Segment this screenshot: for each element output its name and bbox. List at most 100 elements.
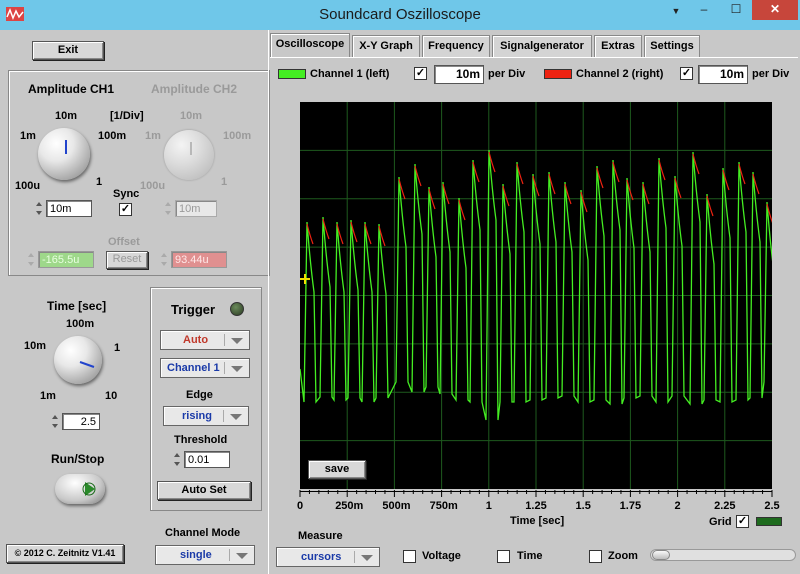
trigger-channel-select[interactable]: Channel 1 bbox=[160, 358, 250, 378]
ch2-label: Channel 2 (right) bbox=[576, 68, 664, 80]
zoom-label: Zoom bbox=[608, 550, 638, 562]
ch2-enable-checkbox[interactable]: ✓ bbox=[680, 67, 693, 80]
time-checkbox[interactable] bbox=[497, 550, 510, 563]
time-spin-icon[interactable] bbox=[51, 413, 60, 430]
offset-ch1-input: -165.5u bbox=[38, 251, 94, 268]
threshold-label: Threshold bbox=[174, 434, 228, 446]
time-knob[interactable] bbox=[54, 336, 102, 384]
trigger-marker-icon bbox=[300, 274, 310, 284]
trigger-mode-select[interactable]: Auto bbox=[160, 330, 250, 350]
trigger-edge-value: rising bbox=[182, 410, 212, 422]
chevron-down-icon bbox=[236, 553, 248, 559]
panel-divider bbox=[268, 30, 269, 574]
channel-mode-label: Channel Mode bbox=[165, 527, 241, 539]
amplitude-unit: [1/Div] bbox=[110, 110, 144, 122]
x-axis-tick-label: 1.5 bbox=[575, 500, 591, 512]
ch1-spin-icon[interactable] bbox=[35, 200, 44, 217]
channel-mode-select[interactable]: single bbox=[155, 545, 255, 565]
x-axis-tick-label: 1 bbox=[485, 500, 492, 512]
x-axis-tick-label: 2.25 bbox=[714, 500, 736, 512]
x-axis-ticks bbox=[299, 490, 773, 497]
close-button[interactable]: ✕ bbox=[752, 0, 798, 20]
channel-mode-value: single bbox=[180, 549, 212, 561]
voltage-checkbox[interactable] bbox=[403, 550, 416, 563]
ch1-div-input[interactable]: 10m bbox=[434, 65, 484, 84]
chevron-down-icon bbox=[231, 338, 243, 344]
grid-checkbox[interactable]: ✓ bbox=[736, 515, 749, 528]
offset-ch1-spin-icon bbox=[27, 251, 36, 268]
ch1-tick-10m: 10m bbox=[55, 110, 78, 122]
ch1-tick-100u: 100u bbox=[15, 180, 41, 192]
ch2-tick-1m: 1m bbox=[145, 130, 161, 142]
copyright-label: © 2012 C. Zeitnitz V1.41 bbox=[6, 544, 124, 563]
ch1-tick-1m: 1m bbox=[20, 130, 36, 142]
tab-frequency[interactable]: Frequency bbox=[422, 35, 490, 57]
maximize-button[interactable]: ☐ bbox=[722, 0, 750, 20]
time-tick-1m: 1m bbox=[40, 390, 56, 402]
x-axis-tick-label: 500m bbox=[382, 500, 411, 512]
trigger-mode-value: Auto bbox=[183, 334, 209, 346]
time-tick-1: 1 bbox=[114, 342, 121, 354]
x-axis-tick-label: 2 bbox=[674, 500, 681, 512]
time-knob-pointer bbox=[79, 361, 95, 368]
tab-extras[interactable]: Extras bbox=[594, 35, 642, 57]
sync-checkbox[interactable]: ✓ bbox=[119, 203, 132, 216]
x-axis-tick-label: 1.75 bbox=[619, 500, 642, 512]
ch2-tick-100m: 100m bbox=[223, 130, 252, 142]
zoom-checkbox[interactable] bbox=[589, 550, 602, 563]
x-axis-tick-label: 2.5 bbox=[764, 500, 780, 512]
tab-xy-graph[interactable]: X-Y Graph bbox=[352, 35, 420, 57]
ch2-tick-1: 1 bbox=[221, 176, 228, 188]
tab-content-border bbox=[270, 57, 798, 58]
ch2-per-div-label: per Div bbox=[752, 68, 790, 80]
grid-label: Grid bbox=[709, 516, 732, 528]
chevron-down-icon bbox=[231, 366, 243, 372]
offset-ch2-input: 93.44u bbox=[171, 251, 227, 268]
play-icon bbox=[82, 482, 96, 496]
ch1-tick-1: 1 bbox=[96, 176, 103, 188]
run-stop-button[interactable] bbox=[55, 474, 105, 504]
chevron-down-icon bbox=[361, 555, 373, 561]
ch2-spin-icon bbox=[164, 200, 173, 217]
scope-display[interactable] bbox=[299, 102, 777, 489]
trigger-edge-select[interactable]: rising bbox=[163, 406, 249, 426]
time-tick-10m: 10m bbox=[24, 340, 47, 352]
ch1-per-div-label: per Div bbox=[488, 68, 526, 80]
trigger-channel-value: Channel 1 bbox=[167, 362, 220, 374]
tab-oscilloscope[interactable]: Oscilloscope bbox=[270, 33, 350, 57]
minimize-button[interactable]: – bbox=[690, 0, 718, 20]
measure-label: Measure bbox=[298, 530, 343, 542]
tab-settings[interactable]: Settings bbox=[644, 35, 700, 57]
menu-arrow-icon[interactable]: ▼ bbox=[666, 2, 686, 22]
zoom-slider-handle[interactable] bbox=[652, 550, 670, 560]
zoom-slider-track[interactable] bbox=[650, 549, 796, 561]
trigger-title: Trigger bbox=[171, 302, 216, 317]
x-axis-tick-label: 0 bbox=[296, 500, 304, 512]
tab-signalgenerator[interactable]: Signalgenerator bbox=[492, 35, 592, 57]
grid-color-swatch[interactable] bbox=[756, 517, 782, 526]
offset-label: Offset bbox=[108, 236, 140, 248]
ch2-color-swatch bbox=[544, 69, 572, 79]
threshold-input[interactable]: 0.01 bbox=[184, 451, 230, 468]
autoset-button[interactable]: Auto Set bbox=[157, 481, 251, 500]
amplitude-ch1-input[interactable]: 10m bbox=[46, 200, 92, 217]
time-title: Time [sec] bbox=[47, 299, 107, 313]
title-bar: Soundcard Oszilloscope ▼ – ☐ ✕ bbox=[0, 0, 800, 30]
edge-label: Edge bbox=[186, 389, 213, 401]
time-label: Time bbox=[517, 550, 543, 562]
measure-mode-select[interactable]: cursors bbox=[276, 547, 380, 567]
threshold-spin-icon[interactable] bbox=[173, 451, 182, 468]
offset-ch2-spin-icon bbox=[160, 251, 169, 268]
ch1-tick-100m: 100m bbox=[98, 130, 127, 142]
ch2-knob-pointer bbox=[190, 142, 192, 155]
save-button[interactable]: save bbox=[308, 460, 366, 479]
trigger-led-icon bbox=[230, 302, 244, 316]
ch1-enable-checkbox[interactable]: ✓ bbox=[414, 67, 427, 80]
exit-button[interactable]: Exit bbox=[32, 41, 104, 60]
voltage-label: Voltage bbox=[422, 550, 461, 562]
time-tick-100m: 100m bbox=[66, 318, 95, 330]
ch2-div-input[interactable]: 10m bbox=[698, 65, 748, 84]
amplitude-ch1-knob[interactable] bbox=[38, 128, 90, 180]
run-stop-label: Run/Stop bbox=[51, 452, 105, 466]
time-input[interactable]: 2.5 bbox=[62, 413, 100, 430]
